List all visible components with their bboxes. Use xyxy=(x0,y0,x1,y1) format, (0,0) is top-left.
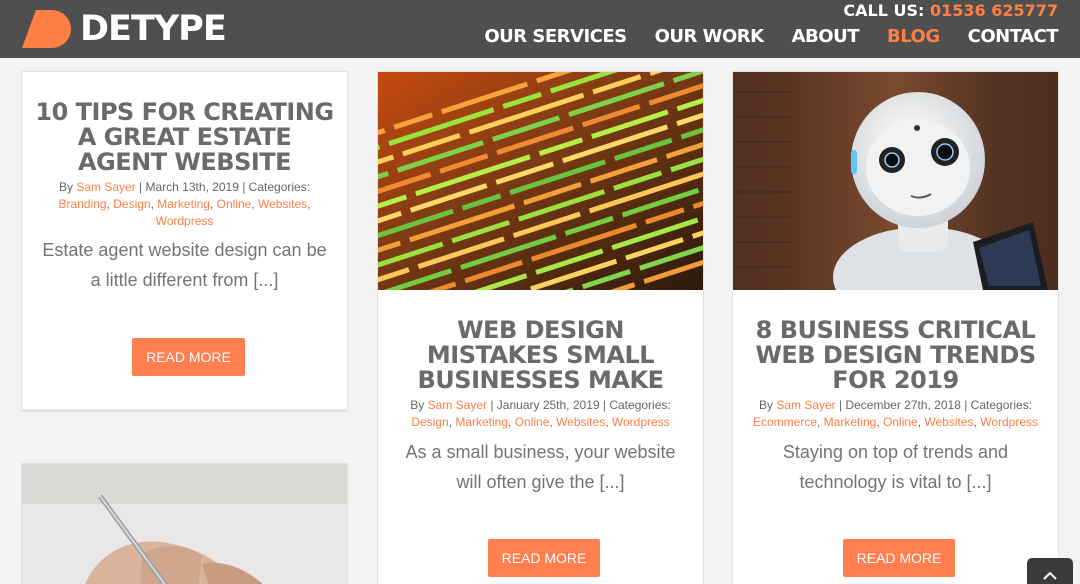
post-excerpt: Staying on top of trends and technology … xyxy=(782,442,1009,492)
nav-blog[interactable]: BLOG xyxy=(887,26,940,48)
blog-post-card: 8 BUSINESS CRITICAL WEB DESIGN TRENDS FO… xyxy=(732,71,1059,584)
logo-wordmark[interactable]: DETYPE xyxy=(80,9,227,49)
read-more-button[interactable]: READ MORE xyxy=(132,338,245,376)
post-excerpt: Estate agent website design can be a lit… xyxy=(42,240,327,290)
author-link[interactable]: Sam Sayer xyxy=(428,398,487,412)
author-link[interactable]: Sam Sayer xyxy=(776,398,835,412)
post-title[interactable]: 8 BUSINESS CRITICAL WEB DESIGN TRENDS FO… xyxy=(743,318,1048,393)
category-link[interactable]: Marketing xyxy=(824,415,877,429)
post-meta: By Sam Sayer | January 25th, 2019 | Cate… xyxy=(410,398,671,429)
post-excerpt: As a small business, your website will o… xyxy=(405,442,676,492)
logo-icon[interactable] xyxy=(22,10,72,48)
hand-writing-image xyxy=(22,464,347,584)
post-image[interactable] xyxy=(733,72,1058,290)
post-date: December 27th, 2018 xyxy=(845,398,961,412)
chevron-up-icon xyxy=(1043,571,1057,580)
blog-post-card: WEB DESIGN MISTAKES SMALL BUSINESSES MAK… xyxy=(377,71,704,584)
nav-contact[interactable]: CONTACT xyxy=(968,26,1059,48)
code-screen-image xyxy=(378,72,703,290)
category-link[interactable]: Design xyxy=(411,415,448,429)
read-more-button[interactable]: READ MORE xyxy=(488,539,600,577)
category-link[interactable]: Online xyxy=(217,197,252,211)
post-title[interactable]: WEB DESIGN MISTAKES SMALL BUSINESSES MAK… xyxy=(388,318,693,393)
call-us-label: CALL US: xyxy=(843,1,925,20)
nav-about[interactable]: ABOUT xyxy=(792,26,860,48)
post-date: January 25th, 2019 xyxy=(496,398,600,412)
nav-our-services[interactable]: OUR SERVICES xyxy=(484,26,627,48)
blog-post-card xyxy=(21,463,348,584)
post-meta: By Sam Sayer | December 27th, 2018 | Cat… xyxy=(752,398,1038,429)
category-link[interactable]: Online xyxy=(515,415,550,429)
category-link[interactable]: Branding xyxy=(59,197,107,211)
site-header: DETYPE CALL US: 01536 625777 OUR SERVICE… xyxy=(0,0,1080,58)
post-date: March 13th, 2019 xyxy=(145,180,239,194)
category-link[interactable]: Design xyxy=(113,197,150,211)
scroll-to-top-button[interactable] xyxy=(1027,558,1073,584)
category-link[interactable]: Online xyxy=(883,415,918,429)
category-link[interactable]: Websites xyxy=(258,197,307,211)
nav-our-work[interactable]: OUR WORK xyxy=(655,26,765,48)
author-link[interactable]: Sam Sayer xyxy=(76,180,135,194)
call-us: CALL US: 01536 625777 xyxy=(843,1,1058,21)
post-title[interactable]: 10 TIPS FOR CREATING A GREAT ESTATE AGEN… xyxy=(32,100,337,175)
phone-link[interactable]: 01536 625777 xyxy=(930,1,1058,20)
category-link[interactable]: Ecommerce xyxy=(753,415,817,429)
post-meta: By Sam Sayer | March 13th, 2019 | Catego… xyxy=(58,180,311,228)
category-link[interactable]: Wordpress xyxy=(980,415,1038,429)
read-more-button[interactable]: READ MORE xyxy=(843,539,955,577)
category-link[interactable]: Websites xyxy=(924,415,973,429)
blog-post-card: 10 TIPS FOR CREATING A GREAT ESTATE AGEN… xyxy=(21,71,348,410)
post-image[interactable] xyxy=(378,72,703,290)
post-image[interactable] xyxy=(22,464,347,584)
category-link[interactable]: Marketing xyxy=(455,415,508,429)
category-link[interactable]: Wordpress xyxy=(156,214,214,228)
main-nav: OUR SERVICES OUR WORK ABOUT BLOG CONTACT xyxy=(456,26,1058,48)
category-link[interactable]: Marketing xyxy=(157,197,210,211)
robot-image xyxy=(733,72,1058,290)
category-link[interactable]: Websites xyxy=(556,415,605,429)
category-link[interactable]: Wordpress xyxy=(612,415,670,429)
